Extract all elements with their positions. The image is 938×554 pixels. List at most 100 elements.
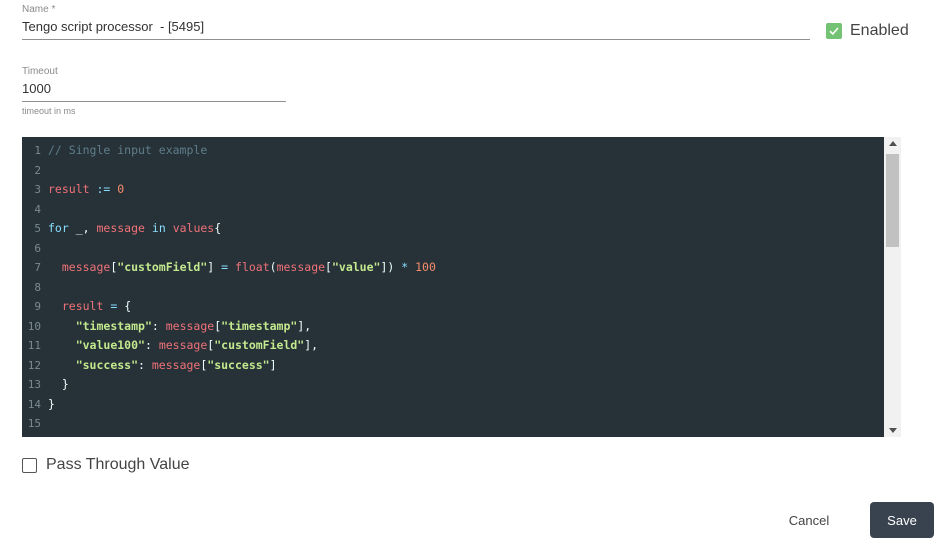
code-line: 1 // Single input example xyxy=(22,141,884,161)
timeout-field-group: Timeout timeout in ms xyxy=(22,66,286,116)
code-token: 0 xyxy=(117,182,125,196)
code-token: message xyxy=(165,318,215,333)
code-line: 6 xyxy=(22,239,884,259)
code-token: } xyxy=(48,396,55,411)
pass-through-label: Pass Through Value xyxy=(46,456,190,473)
code-line: 13 } xyxy=(22,375,884,395)
line-number: 1 xyxy=(34,144,41,157)
code-token: { xyxy=(214,221,222,235)
scroll-thumb[interactable] xyxy=(886,154,899,247)
code-token: "timestamp" xyxy=(221,318,298,333)
name-label: Name * xyxy=(22,4,56,15)
code-token: := xyxy=(89,182,118,196)
code-token: [ xyxy=(214,318,222,333)
code-comment: // Single input example xyxy=(48,143,208,157)
code-token: ] xyxy=(269,357,277,372)
code-token: result xyxy=(61,299,104,313)
code-token: : xyxy=(151,318,166,333)
line-number: 9 xyxy=(34,300,41,313)
code-token: message xyxy=(276,260,326,274)
code-token: } xyxy=(48,377,69,391)
code-token: = xyxy=(110,299,118,313)
pass-through-checkbox[interactable]: Pass Through Value xyxy=(22,456,190,474)
enabled-checkbox[interactable]: Enabled xyxy=(826,22,909,40)
code-token: [ xyxy=(200,357,208,372)
code-token: [ xyxy=(110,260,118,274)
code-token: ( xyxy=(269,260,277,274)
cancel-button[interactable]: Cancel xyxy=(776,504,842,536)
line-number: 7 xyxy=(34,261,41,274)
code-token: float xyxy=(235,260,270,274)
line-number: 4 xyxy=(34,202,41,216)
code-token: ] xyxy=(207,260,222,274)
code-line: 11 "value100": message["customField"], xyxy=(22,336,884,356)
line-number: 5 xyxy=(34,222,41,235)
editor-scrollbar[interactable] xyxy=(884,137,901,437)
code-line: 8 xyxy=(22,278,884,298)
code-line: 9 result = { xyxy=(22,297,884,317)
code-token: message xyxy=(158,338,208,352)
code-token: "success" xyxy=(207,357,270,372)
code-line: 10 "timestamp": message["timestamp"], xyxy=(22,317,884,337)
scroll-up-arrow-icon[interactable] xyxy=(889,141,897,146)
code-line: 7 message["customField"] = float(message… xyxy=(22,258,884,278)
enabled-label: Enabled xyxy=(850,22,909,39)
code-token: message xyxy=(96,221,145,235)
code-token: "customField" xyxy=(214,338,305,352)
code-token: in xyxy=(151,221,166,235)
line-number: 14 xyxy=(27,397,41,411)
scroll-down-arrow-icon[interactable] xyxy=(889,428,897,433)
code-line: 4 xyxy=(22,200,884,220)
timeout-input[interactable] xyxy=(22,77,286,102)
code-token: result xyxy=(48,182,90,196)
save-button[interactable]: Save xyxy=(870,502,934,538)
timeout-help-text: timeout in ms xyxy=(22,106,76,116)
code-token: [ xyxy=(325,260,332,274)
line-number: 15 xyxy=(27,417,41,430)
code-line: 15 xyxy=(22,414,884,434)
name-input[interactable] xyxy=(22,15,810,40)
line-number: 10 xyxy=(27,319,41,333)
code-token: message xyxy=(61,260,111,274)
code-token: message xyxy=(151,357,201,372)
code-editor[interactable]: 1 // Single input example 2 3 result := … xyxy=(22,137,901,437)
code-token: "success" xyxy=(75,357,139,372)
code-line: 3 result := 0 xyxy=(22,180,884,200)
code-token: "value" xyxy=(331,260,381,274)
name-field-group: Name * xyxy=(22,4,810,40)
code-token: 100 xyxy=(415,260,436,274)
code-token: values xyxy=(172,221,215,235)
code-line: 12 "success": message["success"] xyxy=(22,356,884,376)
timeout-label: Timeout xyxy=(22,66,58,77)
line-number: 8 xyxy=(34,280,41,294)
line-number: 11 xyxy=(27,339,41,352)
code-line: 14 } xyxy=(22,395,884,415)
code-token: "customField" xyxy=(117,260,208,274)
code-token: "timestamp" xyxy=(75,318,152,333)
code-line: 5 for _, message in values{ xyxy=(22,219,884,239)
line-number: 6 xyxy=(34,241,41,255)
line-number: 3 xyxy=(34,183,41,196)
line-number: 13 xyxy=(27,378,41,391)
code-token: : xyxy=(138,357,152,372)
checkbox-checked-icon xyxy=(826,23,842,39)
line-number: 2 xyxy=(34,163,41,177)
code-token: _, xyxy=(68,221,97,235)
code-token: : xyxy=(144,338,159,352)
code-token: ], xyxy=(304,338,319,352)
code-token: "value100" xyxy=(75,338,145,352)
checkbox-unchecked-icon xyxy=(22,457,37,473)
code-token: * xyxy=(401,260,409,274)
line-number: 12 xyxy=(27,358,41,372)
code-token: { xyxy=(117,299,132,313)
code-content[interactable]: 1 // Single input example 2 3 result := … xyxy=(22,141,884,434)
code-token: ]) xyxy=(380,260,402,274)
